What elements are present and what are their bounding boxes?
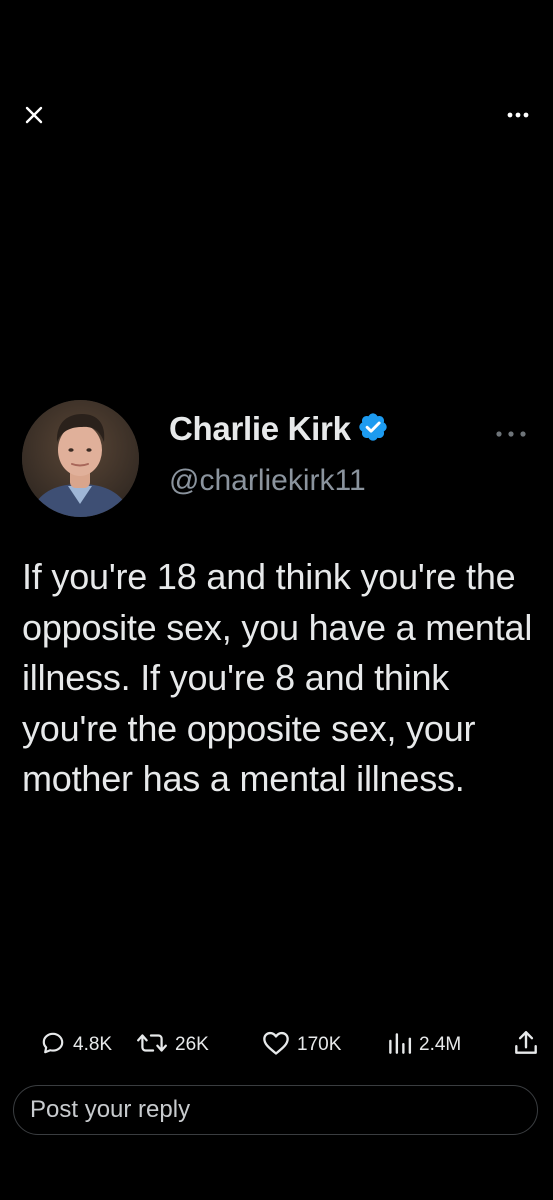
- views-icon: [388, 1030, 412, 1061]
- like-button[interactable]: 170K: [262, 1028, 341, 1062]
- reply-button[interactable]: 4.8K: [40, 1028, 112, 1062]
- more-horizontal-icon: [506, 106, 530, 124]
- close-button[interactable]: [20, 103, 48, 131]
- close-icon: [23, 104, 45, 131]
- repost-count: 26K: [175, 1034, 209, 1055]
- action-bar: 4.8K 26K 170K 2.4M: [0, 1028, 553, 1062]
- share-icon: [513, 1029, 539, 1062]
- tweet-header: Charlie Kirk @charliekirk11: [22, 400, 531, 518]
- views-button[interactable]: 2.4M: [388, 1028, 461, 1062]
- author-handle[interactable]: @charliekirk11: [169, 464, 366, 498]
- heart-icon: [262, 1030, 290, 1061]
- repost-icon: [136, 1030, 168, 1061]
- avatar[interactable]: [22, 400, 139, 517]
- like-count: 170K: [297, 1034, 342, 1055]
- more-horizontal-icon: [494, 425, 528, 443]
- reply-input[interactable]: [13, 1085, 538, 1135]
- reply-count: 4.8K: [73, 1034, 113, 1055]
- share-button[interactable]: [513, 1028, 539, 1062]
- repost-button[interactable]: 26K: [136, 1028, 209, 1062]
- views-count: 2.4M: [419, 1034, 462, 1055]
- reply-icon: [40, 1030, 66, 1061]
- verified-badge-icon: [357, 411, 389, 448]
- tweet-more-button[interactable]: [491, 424, 531, 444]
- more-options-button[interactable]: [503, 102, 533, 128]
- author-name: Charlie Kirk: [169, 410, 351, 447]
- tweet-text: If you're 18 and think you're the opposi…: [22, 556, 533, 799]
- author-name-row[interactable]: Charlie Kirk: [169, 410, 389, 448]
